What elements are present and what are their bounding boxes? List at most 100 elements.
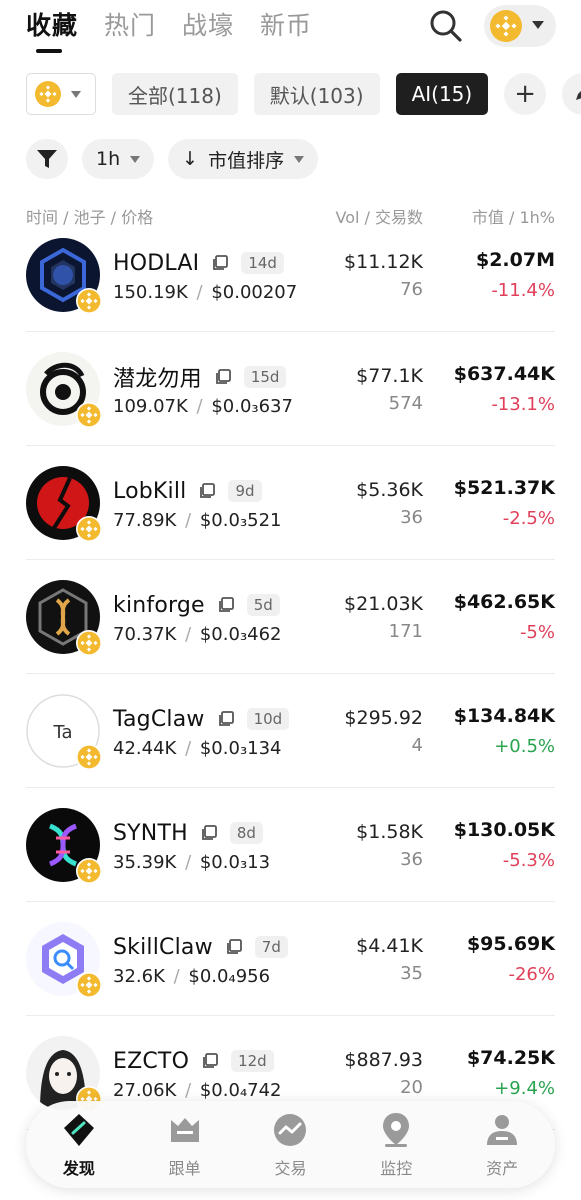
token-name: 潜龙勿用	[113, 367, 202, 392]
token-price: $0.0₃134	[199, 738, 282, 759]
separator: /	[167, 966, 186, 987]
add-group-button[interactable]: +	[504, 73, 547, 115]
volume: $11.12K	[344, 251, 423, 273]
volume: $4.41K	[356, 935, 423, 957]
copy-icon[interactable]	[217, 710, 235, 728]
edit-group-button[interactable]	[562, 73, 581, 115]
chip-ai[interactable]: AI(15)	[395, 73, 489, 115]
token-name: SYNTH	[113, 820, 188, 846]
token-row[interactable]: SkillClaw 7d 32.6K / $0.0₄956 $4.41K 35 $95.6…	[0, 902, 581, 1016]
token-price: $0.0₃521	[199, 510, 282, 531]
sort-label: 市值排序	[208, 149, 285, 172]
price-change-1h: -2.5%	[502, 508, 555, 529]
chip-all[interactable]: 全部(118)	[112, 73, 238, 115]
pool-liquidity: 32.6K	[113, 966, 165, 987]
volume: $1.58K	[356, 821, 423, 843]
tx-count: 35	[400, 963, 423, 984]
nav-assets-label: 资产	[486, 1158, 519, 1178]
token-name-line: TagClaw 10d	[113, 704, 290, 734]
filter-button[interactable]	[26, 139, 68, 179]
tx-count: 36	[400, 849, 423, 870]
pool-liquidity: 77.89K	[113, 510, 177, 531]
price-change-1h: +9.4%	[494, 1078, 555, 1099]
price-change-1h: -13.1%	[491, 394, 555, 415]
tab-hot[interactable]: 热门	[104, 6, 156, 46]
token-name: SkillClaw	[113, 934, 213, 960]
nav-monitor-label: 监控	[380, 1158, 413, 1178]
sort-select[interactable]: ↓ 市值排序	[168, 139, 319, 179]
filter-icon	[37, 150, 57, 168]
copy-icon[interactable]	[200, 824, 218, 842]
chain-selector[interactable]	[484, 5, 556, 47]
pool-price-line: 109.07K / $0.0₃637	[113, 396, 293, 417]
token-age-badge: 8d	[229, 822, 263, 844]
separator: /	[190, 282, 209, 303]
price-change-1h: +0.5%	[494, 736, 555, 757]
tab-hot-label: 热门	[104, 11, 157, 40]
active-tab-indicator	[36, 49, 62, 53]
token-price: $0.0₄956	[188, 966, 271, 987]
copy-icon[interactable]	[211, 254, 229, 272]
bnb-chain-badge-icon	[76, 630, 102, 656]
nav-copy-trade[interactable]: 跟单	[145, 1111, 225, 1179]
separator: /	[179, 738, 197, 759]
token-age-badge: 9d	[228, 480, 262, 502]
nav-discover-label: 发现	[62, 1158, 95, 1178]
token-row[interactable]: LobKill 9d 77.89K / $0.0₃521 $5.36K 36 $521.3…	[0, 446, 581, 560]
copy-icon[interactable]	[198, 482, 216, 500]
token-row[interactable]: HODLAI 14d 150.19K / $0.00207 $11.12K 76 $2.0…	[0, 218, 581, 332]
market-cap: $74.25K	[466, 1047, 555, 1069]
tx-count: 4	[411, 735, 423, 756]
copy-icon[interactable]	[217, 596, 235, 614]
market-cap: $521.37K	[453, 477, 555, 499]
tab-trenches-label: 战壕	[182, 11, 235, 40]
copy-icon[interactable]	[201, 1052, 219, 1070]
chevron-down-icon	[71, 90, 81, 98]
market-cap: $95.69K	[466, 933, 555, 955]
copy-icon[interactable]	[214, 368, 232, 386]
trade-icon	[274, 1113, 307, 1146]
chevron-down-icon	[294, 155, 305, 163]
pool-liquidity: 35.39K	[113, 852, 177, 873]
search-icon[interactable]	[428, 8, 464, 44]
nav-monitor[interactable]: 监控	[356, 1111, 436, 1179]
price-change-1h: -5.3%	[502, 850, 555, 871]
tab-trenches[interactable]: 战壕	[182, 6, 234, 46]
pool-price-line: 42.44K / $0.0₃134	[113, 738, 282, 759]
filter-row: 1h ↓ 市值排序	[26, 139, 319, 179]
token-price: $0.00207	[211, 282, 298, 303]
tx-count: 574	[388, 393, 423, 414]
token-name: TagClaw	[113, 706, 205, 732]
tab-new-coins[interactable]: 新币	[260, 6, 312, 46]
bottom-navigation: 发现 跟单 交易 监控 资产	[26, 1101, 555, 1188]
chain-filter-select[interactable]	[26, 73, 96, 115]
token-row[interactable]: Ta TagClaw 10d 42.44K / $0.0₃134 $295.92 4 $13…	[0, 674, 581, 788]
token-name-line: 潜龙勿用 15d	[113, 362, 287, 392]
sort-arrow-icon: ↓	[182, 148, 199, 170]
top-tab-bar: 收藏 热门 战壕 新币	[26, 6, 312, 53]
nav-assets[interactable]: 资产	[462, 1111, 542, 1179]
copy-icon[interactable]	[225, 938, 243, 956]
tab-favorites[interactable]: 收藏	[26, 6, 79, 53]
token-row[interactable]: kinforge 5d 70.37K / $0.0₃462 $21.03K 171 $46…	[0, 560, 581, 674]
token-name: kinforge	[113, 592, 205, 618]
token-row[interactable]: 潜龙勿用 15d 109.07K / $0.0₃637 $77.1K 574 $637.4…	[0, 332, 581, 446]
token-row[interactable]: SYNTH 8d 35.39K / $0.0₃13 $1.58K 36 $130.05K -…	[0, 788, 581, 902]
separator: /	[190, 396, 209, 417]
tx-count: 76	[400, 279, 423, 300]
token-age-badge: 7d	[254, 936, 288, 958]
nav-discover[interactable]: 发现	[39, 1111, 119, 1179]
separator: /	[179, 624, 197, 645]
token-age-badge: 14d	[241, 252, 284, 274]
token-name-line: SkillClaw 7d	[113, 932, 288, 962]
separator: /	[179, 852, 197, 873]
tab-favorites-label: 收藏	[26, 11, 79, 40]
pool-price-line: 27.06K / $0.0₄742	[113, 1080, 282, 1101]
pool-liquidity: 109.07K	[113, 396, 188, 417]
chip-default[interactable]: 默认(103)	[253, 73, 380, 115]
nav-copy-trade-label: 跟单	[168, 1158, 201, 1178]
volume: $887.93	[344, 1049, 423, 1071]
nav-trade[interactable]: 交易	[250, 1111, 330, 1179]
interval-select[interactable]: 1h	[82, 139, 155, 179]
chevron-down-icon	[130, 155, 141, 163]
